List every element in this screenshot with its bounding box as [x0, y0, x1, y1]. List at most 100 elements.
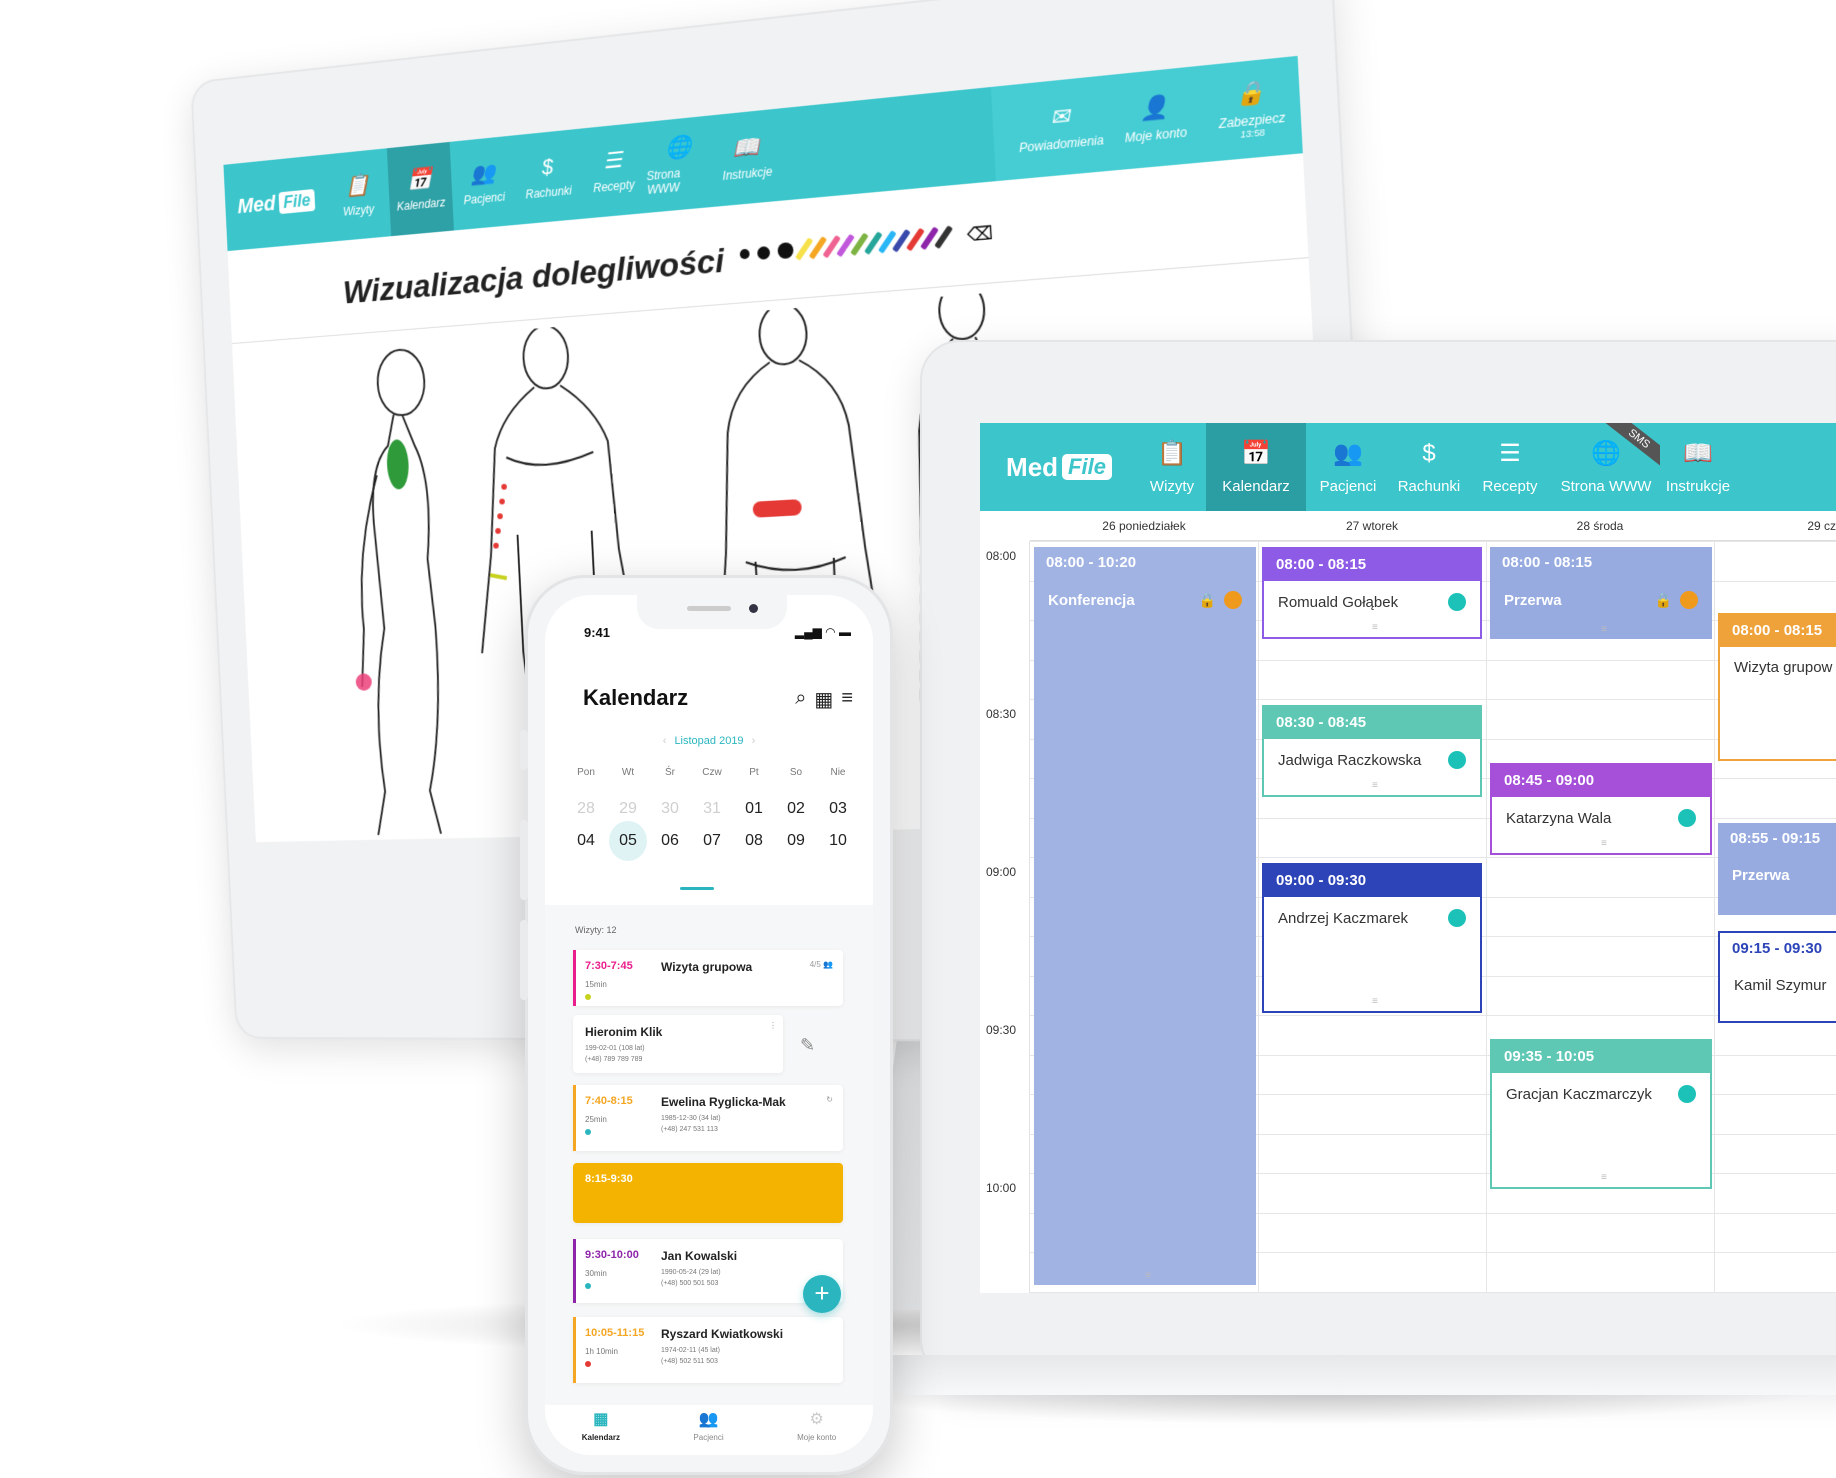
nav-powiadomienia[interactable]: ✉ Powiadomienia [1011, 75, 1109, 179]
nav-strona-www[interactable]: SMS 🌐 Strona WWW [1552, 423, 1660, 511]
calendar-event[interactable]: 09:35 - 10:05 Gracjan Kaczmarczyk ≡ [1490, 1039, 1712, 1189]
nav-rachunki[interactable]: $ Rachunki [1390, 423, 1468, 511]
page-title: Wizualizacja dolegliwości [342, 242, 725, 312]
date-cell[interactable]: 09 [777, 832, 815, 861]
pain-marker-wrist [490, 574, 507, 579]
book-icon: 📖 [732, 134, 760, 162]
tab-label: Kalendarz [582, 1433, 620, 1442]
chevron-right-icon[interactable]: › [752, 735, 756, 747]
logo-text: Med [1006, 452, 1058, 483]
calendar-event[interactable]: 09:00 - 09:30 Andrzej Kaczmarek ≡ [1262, 863, 1482, 1013]
calendar-event[interactable]: 08:45 - 09:00 Katarzyna Wala ≡ [1490, 763, 1712, 855]
filter-icon[interactable]: ≡ [841, 687, 853, 712]
brush-size-dot[interactable] [740, 249, 750, 260]
date-cell[interactable]: 30 [651, 800, 689, 818]
edit-icon[interactable]: ✎ [800, 1035, 815, 1056]
resize-handle-icon[interactable]: ≡ [1372, 780, 1378, 791]
calendar-icon[interactable]: ▦ [814, 687, 833, 712]
laptop-logo[interactable]: Med File [980, 423, 1138, 511]
nav-rachunki[interactable]: $ Rachunki [513, 129, 582, 225]
list-icon: ☰ [603, 147, 623, 174]
visit-card[interactable]: 7:30-7:45 15min Wizyta grupowa 4/5 👥 [573, 950, 843, 1006]
clipboard-icon: 📋 [345, 172, 370, 199]
visit-card[interactable]: 10:05-11:15 1h 10min Ryszard Kwiatkowski… [573, 1317, 843, 1383]
event-time: 08:30 - 08:45 [1264, 707, 1480, 739]
resize-handle-icon[interactable]: ≡ [1145, 1270, 1151, 1281]
day-header[interactable]: 27 wtorek [1258, 511, 1486, 541]
resize-handle-icon[interactable]: ≡ [1601, 838, 1607, 849]
nav-instrukcje[interactable]: 📖 Instrukcje [1660, 423, 1736, 511]
tab-pacjenci[interactable]: 👥 Pacjenci [693, 1405, 723, 1455]
resize-handle-icon[interactable]: ≡ [1372, 622, 1378, 633]
desktop-logo[interactable]: Med File [237, 187, 315, 219]
date-cell[interactable]: 04 [567, 832, 605, 861]
calendar-icon: 📅 [1241, 440, 1271, 468]
calendar-event[interactable]: 08:00 - 08:15 Wizyta grupow [1718, 613, 1836, 761]
nav-wizyty[interactable]: 📋 Wizyty [325, 148, 391, 242]
nav-strona-www[interactable]: 🌐 Strona WWW [644, 115, 715, 212]
list-icon: ☰ [1499, 440, 1521, 468]
calendar-event-block[interactable]: 08:00 - 08:15 Przerwa 🔒 ≡ [1490, 547, 1712, 639]
date-cell[interactable]: 02 [777, 800, 815, 818]
page-title: Kalendarz [583, 685, 688, 711]
nav-moje-konto[interactable]: 👤 Moje konto [1105, 66, 1206, 171]
laptop-base [880, 1355, 1836, 1395]
chevron-left-icon[interactable]: ‹ [663, 735, 667, 747]
nav-pacjenci[interactable]: 👥 Pacjenci [450, 135, 518, 230]
calendar-event[interactable]: 08:00 - 08:15 Romuald Gołąbek ≡ [1262, 547, 1482, 639]
tab-label: Moje konto [797, 1433, 836, 1442]
date-cell[interactable]: 10 [819, 832, 857, 861]
tab-kalendarz[interactable]: ▦ Kalendarz [582, 1405, 620, 1455]
nav-recepty[interactable]: ☰ Recepty [1468, 423, 1552, 511]
lock-icon: 🔒 [1655, 592, 1672, 609]
resize-handle-icon[interactable]: ≡ [1372, 996, 1378, 1007]
blocked-time-card[interactable]: 8:15-9:30 [573, 1163, 843, 1223]
drag-indicator[interactable] [680, 887, 714, 890]
date-cell[interactable]: 06 [651, 832, 689, 861]
date-cell[interactable]: 28 [567, 800, 605, 818]
day-header[interactable]: 29 cz [1714, 511, 1836, 541]
date-cell[interactable]: 01 [735, 800, 773, 818]
nav-label: Instrukcje [1666, 478, 1730, 495]
patient-phone: (+48) 789 789 789 [585, 1056, 642, 1063]
nav-wizyty[interactable]: 📋 Wizyty [1138, 423, 1206, 511]
date-cell[interactable]: 31 [693, 800, 731, 818]
patient-name: Andrzej Kaczmarek [1278, 910, 1408, 927]
nav-kalendarz[interactable]: 📅 Kalendarz [1206, 423, 1306, 511]
day-header[interactable]: 26 poniedziałek [1030, 511, 1258, 541]
refresh-icon[interactable]: ↻ [826, 1095, 833, 1104]
resize-handle-icon[interactable]: ≡ [1601, 1172, 1607, 1183]
laptop-navbar: Med File 📋 Wizyty 📅 Kalendarz 👥 Pacjenci $ R… [980, 423, 1836, 511]
weekday-row: Pon Wt Śr Czw Pt So Nie [567, 767, 857, 778]
brush-size-dot[interactable] [757, 245, 770, 259]
day-header[interactable]: 28 środa [1486, 511, 1714, 541]
add-visit-button[interactable]: + [803, 1275, 841, 1313]
nav-recepty[interactable]: ☰ Recepty [578, 122, 648, 219]
eraser-icon[interactable]: ⌫ [966, 222, 993, 246]
date-cell[interactable]: 08 [735, 832, 773, 861]
visit-card[interactable]: 7:40-8:15 25min Ewelina Ryglicka-Mak 198… [573, 1085, 843, 1151]
calendar-event-block[interactable]: 08:55 - 09:15 Przerwa [1718, 823, 1836, 915]
weekday-label: Czw [693, 767, 731, 778]
resize-handle-icon[interactable]: ≡ [1601, 624, 1607, 635]
month-label: Listopad 2019 [674, 735, 743, 747]
brush-size-dot[interactable] [777, 242, 793, 259]
nav-zabezpiecz[interactable]: 🔒 Zabezpiecz 13:58 [1200, 56, 1303, 162]
calendar-event[interactable]: 08:30 - 08:45 Jadwiga Raczkowska ≡ [1262, 705, 1482, 797]
more-icon[interactable]: ⋮ [769, 1021, 777, 1030]
month-selector[interactable]: ‹ Listopad 2019 › [545, 735, 873, 747]
nav-kalendarz[interactable]: 📅 Kalendarz [387, 142, 454, 236]
nav-instrukcje[interactable]: 📖 Instrukcje [711, 109, 783, 207]
time-label: 09:00 [986, 865, 1016, 879]
visit-card-swiped[interactable]: Hieronim Klik 199-02-01 (108 lat) (+48) 7… [573, 1015, 783, 1073]
calendar-event[interactable]: 09:15 - 09:30 Kamil Szymur [1718, 931, 1836, 1023]
date-cell-selected[interactable]: 05 [609, 821, 647, 861]
date-cell[interactable]: 29 [609, 800, 647, 818]
nav-label: Kalendarz [1222, 478, 1290, 495]
date-cell[interactable]: 07 [693, 832, 731, 861]
tab-moje-konto[interactable]: ⚙ Moje konto [797, 1405, 836, 1455]
calendar-event-block[interactable]: 08:00 - 10:20 Konferencja 🔒 ≡ [1034, 547, 1256, 1285]
nav-pacjenci[interactable]: 👥 Pacjenci [1306, 423, 1390, 511]
date-cell[interactable]: 03 [819, 800, 857, 818]
search-icon[interactable]: ⌕ [795, 687, 806, 712]
